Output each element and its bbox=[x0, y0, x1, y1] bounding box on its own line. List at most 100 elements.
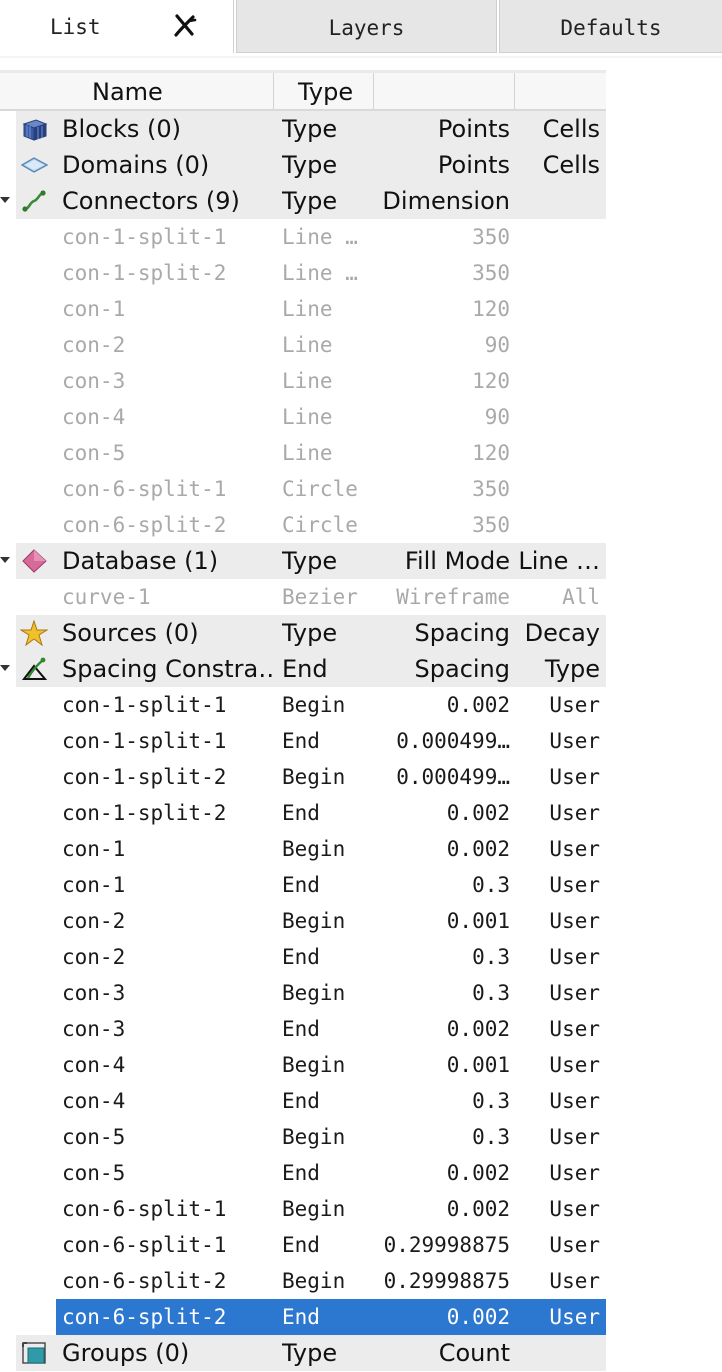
cube-icon bbox=[20, 116, 48, 142]
item-type: End bbox=[282, 945, 320, 969]
expand-arrow-icon[interactable] bbox=[0, 557, 10, 563]
tab-defaults-label: Defaults bbox=[560, 16, 662, 40]
tab-defaults[interactable]: Defaults bbox=[499, 0, 722, 53]
column-header-4[interactable] bbox=[514, 73, 606, 109]
item-extra: User bbox=[549, 801, 600, 825]
item-type: Begin bbox=[282, 837, 346, 861]
connector-row[interactable]: con-1-split-2 Line … 350 bbox=[0, 255, 606, 291]
item-extra: User bbox=[549, 837, 600, 861]
item-name: con-1 bbox=[62, 873, 126, 897]
category-column-4: Type bbox=[544, 655, 600, 683]
spacing-row[interactable]: con-2 End 0.3 User bbox=[0, 939, 606, 975]
category-column-2: Type bbox=[282, 187, 338, 215]
category-row-sources[interactable]: Sources (0) Type Spacing Decay bbox=[16, 615, 606, 651]
spacing-row[interactable]: con-6-split-1 Begin 0.002 User bbox=[0, 1191, 606, 1227]
expand-arrow-icon[interactable] bbox=[0, 665, 10, 671]
spacing-row[interactable]: con-1 End 0.3 User bbox=[0, 867, 606, 903]
category-column-4: Cells bbox=[542, 115, 600, 143]
item-type: End bbox=[282, 1161, 320, 1185]
item-name: con-1 bbox=[62, 297, 126, 321]
database-row[interactable]: curve-1 Bezier Wireframe All bbox=[0, 579, 606, 615]
spacing-row[interactable]: con-4 End 0.3 User bbox=[0, 1083, 606, 1119]
spacing-row[interactable]: con-3 End 0.002 User bbox=[0, 1011, 606, 1047]
item-extra: User bbox=[549, 1125, 600, 1149]
item-extra: User bbox=[549, 909, 600, 933]
spacing-row[interactable]: con-1-split-2 End 0.002 User bbox=[0, 795, 606, 831]
category-name: Groups (0) bbox=[62, 1339, 190, 1367]
tab-list[interactable]: List bbox=[0, 0, 234, 53]
column-header-3[interactable] bbox=[374, 73, 515, 109]
item-name: con-2 bbox=[62, 333, 126, 357]
spacing-row[interactable]: con-4 Begin 0.001 User bbox=[0, 1047, 606, 1083]
connector-row[interactable]: con-4 Line 90 bbox=[0, 399, 606, 435]
item-value: 0.002 bbox=[446, 801, 510, 825]
item-value: 0.002 bbox=[446, 1161, 510, 1185]
spacing-row[interactable]: con-5 End 0.002 User bbox=[0, 1155, 606, 1191]
column-header: Name Type bbox=[0, 73, 606, 111]
item-value: 0.29998875 bbox=[383, 1233, 510, 1257]
connector-row[interactable]: con-6-split-2 Circle 350 bbox=[0, 507, 606, 543]
category-row-connectors[interactable]: Connectors (9) Type Dimension bbox=[0, 183, 606, 219]
category-row-spacing[interactable]: Spacing Constra… End Spacing Type bbox=[0, 651, 606, 687]
column-header-type[interactable]: Type bbox=[274, 73, 374, 109]
connector-row[interactable]: con-2 Line 90 bbox=[0, 327, 606, 363]
spacing-row[interactable]: con-1-split-2 Begin 0.000499… User bbox=[0, 759, 606, 795]
category-column-2: Type bbox=[282, 151, 338, 179]
spacing-row[interactable]: con-1 Begin 0.002 User bbox=[0, 831, 606, 867]
item-name: con-1-split-1 bbox=[62, 225, 227, 249]
item-extra: User bbox=[549, 1017, 600, 1041]
category-column-4: Cells bbox=[542, 151, 600, 179]
close-icon[interactable] bbox=[170, 12, 200, 40]
category-column-4 bbox=[510, 1335, 600, 1371]
spacing-row[interactable]: con-1-split-1 End 0.000499… User bbox=[0, 723, 606, 759]
connector-row[interactable]: con-6-split-1 Circle 350 bbox=[0, 471, 606, 507]
item-value: 0.002 bbox=[446, 693, 510, 717]
item-type: Begin bbox=[282, 1125, 346, 1149]
item-extra: User bbox=[549, 1305, 600, 1329]
category-column-2: Type bbox=[282, 547, 338, 575]
spacing-row[interactable]: con-2 Begin 0.001 User bbox=[0, 903, 606, 939]
item-extra: User bbox=[549, 1161, 600, 1185]
selected-spacing-row[interactable]: con-6-split-2 End 0.002 User bbox=[56, 1299, 606, 1335]
item-type: Line bbox=[282, 405, 333, 429]
item-type: End bbox=[282, 1305, 320, 1329]
item-value: 350 bbox=[472, 513, 510, 537]
item-value: 0.3 bbox=[472, 945, 510, 969]
item-name: con-4 bbox=[62, 1053, 126, 1077]
item-value: 0.3 bbox=[472, 1125, 510, 1149]
connector-row[interactable]: con-1-split-1 Line … 350 bbox=[0, 219, 606, 255]
connector-row[interactable]: con-5 Line 120 bbox=[0, 435, 606, 471]
spacing-row[interactable]: con-6-split-2 Begin 0.29998875 User bbox=[0, 1263, 606, 1299]
item-value: 0.002 bbox=[446, 1197, 510, 1221]
spacing-row[interactable]: con-1-split-1 Begin 0.002 User bbox=[0, 687, 606, 723]
category-row-domains[interactable]: Domains (0) Type Points Cells bbox=[16, 147, 606, 183]
spacing-row[interactable]: con-5 Begin 0.3 User bbox=[0, 1119, 606, 1155]
item-name: con-6-split-2 bbox=[62, 1269, 227, 1293]
category-column-4: Line … bbox=[518, 547, 600, 575]
category-column-3: Dimension bbox=[382, 187, 510, 215]
category-column-3: Count bbox=[438, 1339, 510, 1367]
category-column-2: Type bbox=[282, 115, 338, 143]
category-row-database[interactable]: Database (1) Type Fill Mode Line … bbox=[0, 543, 606, 579]
spacing-row[interactable]: con-3 Begin 0.3 User bbox=[0, 975, 606, 1011]
category-name: Spacing Constra… bbox=[62, 655, 276, 683]
connector-row[interactable]: con-3 Line 120 bbox=[0, 363, 606, 399]
item-type: End bbox=[282, 1017, 320, 1041]
category-row-groups[interactable]: Groups (0) Type Count bbox=[16, 1335, 606, 1371]
item-name: con-6-split-1 bbox=[62, 477, 227, 501]
expand-arrow-icon[interactable] bbox=[0, 197, 10, 203]
item-type: Begin bbox=[282, 765, 346, 789]
item-extra: User bbox=[549, 981, 600, 1005]
category-row-blocks[interactable]: Blocks (0) Type Points Cells bbox=[16, 111, 606, 147]
item-value: 0.001 bbox=[446, 1053, 510, 1077]
item-value: 350 bbox=[472, 225, 510, 249]
spacing-row[interactable]: con-6-split-1 End 0.29998875 User bbox=[0, 1227, 606, 1263]
connector-row[interactable]: con-1 Line 120 bbox=[0, 291, 606, 327]
column-header-name[interactable]: Name bbox=[0, 73, 274, 109]
item-name: con-5 bbox=[62, 1161, 126, 1185]
spacing-constraint-icon bbox=[20, 656, 48, 682]
item-extra: User bbox=[549, 1089, 600, 1113]
tab-layers[interactable]: Layers bbox=[236, 0, 497, 53]
item-name: con-6-split-1 bbox=[62, 1233, 227, 1257]
item-type: Begin bbox=[282, 1197, 346, 1221]
